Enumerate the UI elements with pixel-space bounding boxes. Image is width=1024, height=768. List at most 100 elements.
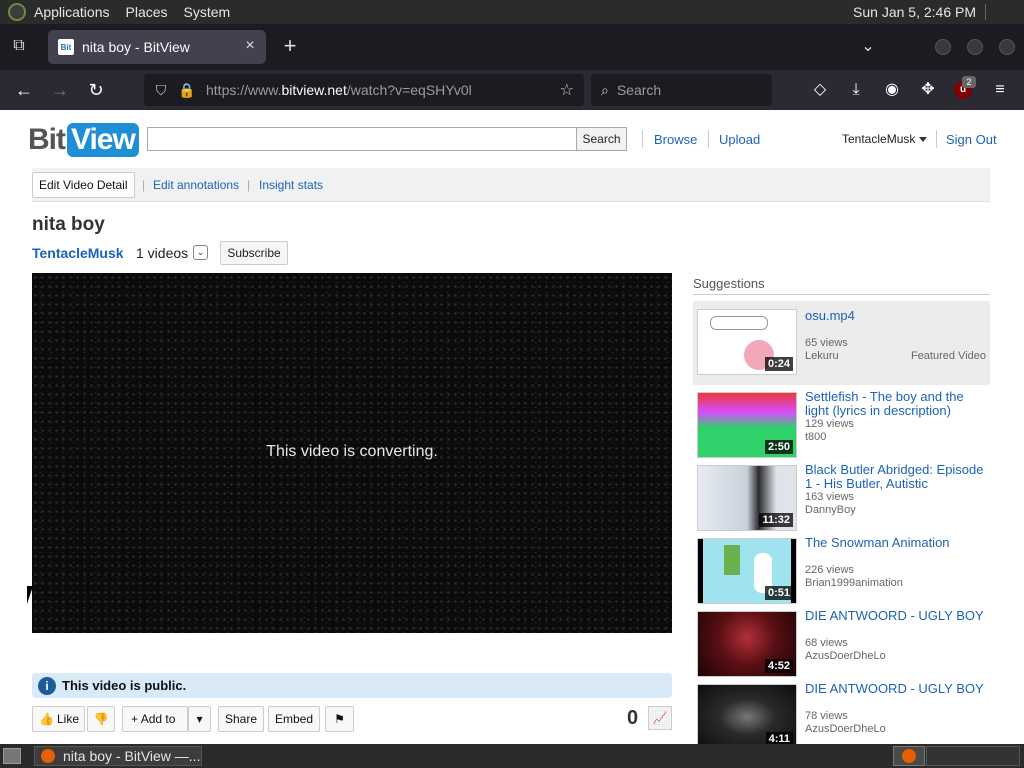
- dislike-button[interactable]: 👎: [87, 706, 115, 732]
- bitview-logo[interactable]: Bit View: [28, 120, 139, 160]
- suggestion-author[interactable]: AzusDoerDheLo: [805, 723, 886, 735]
- downloads-icon[interactable]: ⤓: [846, 80, 866, 100]
- taskbar-window-button[interactable]: nita boy - BitView —...: [34, 746, 202, 766]
- flag-icon: ⚑: [334, 712, 345, 726]
- like-label: Like: [57, 712, 80, 726]
- channel-link[interactable]: TentacleMusk: [32, 245, 124, 261]
- suggestion-title[interactable]: Black Butler Abridged: Episode 1 - His B…: [805, 463, 989, 491]
- applications-menu[interactable]: Applications: [34, 4, 110, 20]
- tab-strip: ⧉ Bit nita boy - BitView × + ⌄: [0, 24, 1024, 70]
- divider: [642, 130, 643, 148]
- close-tab-icon[interactable]: ×: [242, 38, 258, 54]
- user-menu[interactable]: TentacleMusk: [842, 132, 928, 146]
- back-arrow-icon[interactable]: ←: [13, 80, 35, 102]
- flag-button[interactable]: ⚑: [325, 706, 354, 732]
- add-to-button[interactable]: + Add to: [122, 706, 188, 732]
- suggestion-item[interactable]: 2:50 Settlefish - The boy and the light …: [693, 388, 990, 458]
- address-bar[interactable]: ⛉ 🔒 https://www.bitview.net/watch?v=eqSH…: [144, 74, 584, 106]
- sign-out-link[interactable]: Sign Out: [946, 132, 997, 147]
- system-menu[interactable]: System: [184, 4, 231, 20]
- new-tab-icon[interactable]: +: [280, 35, 300, 57]
- system-taskbar: nita boy - BitView —...: [0, 744, 1024, 768]
- video-player[interactable]: This video is converting.: [32, 273, 672, 633]
- video-duration: 0:24: [764, 357, 793, 371]
- url-text[interactable]: https://www.bitview.net/watch?v=eqSHYv0l: [206, 82, 472, 98]
- divider: [936, 130, 937, 148]
- extensions-icon[interactable]: ✥: [918, 80, 938, 100]
- tab-title: nita boy - BitView: [82, 39, 190, 55]
- lock-icon[interactable]: 🔒: [178, 81, 196, 99]
- suggestion-title[interactable]: The Snowman Animation: [805, 536, 989, 550]
- suggestion-title[interactable]: DIE ANTWOORD - UGLY BOY: [805, 682, 989, 696]
- close-window-button[interactable]: [999, 39, 1015, 55]
- minimize-window-button[interactable]: [935, 39, 951, 55]
- suggestion-author[interactable]: Lekuru: [805, 350, 839, 362]
- tracking-shield-icon[interactable]: ⛉: [152, 81, 170, 99]
- workspace-2[interactable]: [926, 746, 1020, 766]
- site-search-input[interactable]: [147, 127, 577, 151]
- subscribe-button[interactable]: Subscribe: [220, 241, 288, 265]
- suggestion-views: 163 views: [805, 491, 854, 503]
- video-thumbnail[interactable]: 4:11: [697, 684, 797, 744]
- stats-chart-icon[interactable]: 📈: [648, 706, 672, 730]
- upload-link[interactable]: Upload: [719, 132, 760, 147]
- navigation-toolbar: ← → ↻ ⛉ 🔒 https://www.bitview.net/watch?…: [0, 70, 1024, 110]
- suggestion-author[interactable]: DannyBoy: [805, 504, 856, 516]
- list-all-tabs-icon[interactable]: ⧉: [8, 37, 30, 57]
- clock[interactable]: Sun Jan 5, 2:46 PM: [853, 4, 976, 20]
- maximize-window-button[interactable]: [967, 39, 983, 55]
- plus-icon: +: [131, 712, 139, 726]
- taskbar-window-label: nita boy - BitView —...: [63, 748, 201, 764]
- forward-arrow-icon[interactable]: →: [49, 80, 71, 102]
- suggestion-author[interactable]: t800: [805, 431, 826, 443]
- reload-icon[interactable]: ↻: [85, 80, 107, 102]
- share-button[interactable]: Share: [218, 706, 265, 732]
- suggestion-author[interactable]: AzusDoerDheLo: [805, 650, 886, 662]
- embed-button[interactable]: Embed: [268, 706, 321, 732]
- site-search-button[interactable]: Search: [576, 127, 627, 151]
- edit-video-detail-button[interactable]: Edit Video Detail: [32, 172, 135, 198]
- suggestion-title[interactable]: osu.mp4: [805, 309, 989, 323]
- public-notice-text: This video is public.: [62, 678, 187, 693]
- video-thumbnail[interactable]: 2:50: [697, 392, 797, 458]
- suggestion-item[interactable]: 11:32 Black Butler Abridged: Episode 1 -…: [693, 461, 990, 531]
- divider: [693, 294, 990, 295]
- browser-search-input[interactable]: ⌕ Search: [591, 74, 772, 106]
- suggestion-title[interactable]: DIE ANTWOORD - UGLY BOY: [805, 609, 989, 623]
- bookmark-star-icon[interactable]: ☆: [560, 80, 574, 100]
- suggestion-item[interactable]: 4:11 DIE ANTWOORD - UGLY BOY 78 views Az…: [693, 680, 990, 744]
- hamburger-menu-icon[interactable]: ≡: [990, 80, 1010, 100]
- suggestion-title[interactable]: Settlefish - The boy and the light (lyri…: [805, 390, 989, 418]
- distro-logo-icon[interactable]: [8, 3, 26, 21]
- suggestion-item[interactable]: 0:51 The Snowman Animation 226 views Bri…: [693, 534, 990, 604]
- tab-bitview[interactable]: Bit nita boy - BitView ×: [48, 30, 266, 64]
- places-menu[interactable]: Places: [126, 4, 168, 20]
- like-button[interactable]: 👍 Like: [32, 706, 85, 732]
- pocket-icon[interactable]: ◇: [810, 80, 830, 100]
- web-page: Bit View Search Browse Upload TentacleMu…: [0, 110, 1024, 744]
- suggestion-views: 78 views: [805, 710, 848, 722]
- thumbs-down-icon: 👎: [93, 712, 109, 726]
- suggestion-views: 68 views: [805, 637, 848, 649]
- video-thumbnail[interactable]: 0:24: [697, 309, 797, 375]
- video-thumbnail[interactable]: 11:32: [697, 465, 797, 531]
- suggestion-item[interactable]: 4:52 DIE ANTWOORD - UGLY BOY 68 views Az…: [693, 607, 990, 677]
- video-count: 1 videos: [136, 245, 189, 261]
- video-thumbnail[interactable]: 4:52: [697, 611, 797, 677]
- mouse-pointer-icon: [27, 586, 33, 604]
- suggestion-item[interactable]: 0:24 osu.mp4 65 views Lekuru Featured Vi…: [693, 301, 990, 385]
- account-icon[interactable]: ◉: [882, 80, 902, 100]
- video-thumbnail[interactable]: 0:51: [697, 538, 797, 604]
- chevron-down-icon[interactable]: ⌄: [193, 245, 208, 260]
- edit-annotations-link[interactable]: Edit annotations: [153, 178, 239, 192]
- chevron-down-icon[interactable]: ⌄: [858, 36, 878, 56]
- add-to-dropdown[interactable]: ▾: [188, 706, 211, 732]
- system-top-panel: Applications Places System Sun Jan 5, 2:…: [0, 0, 1024, 24]
- insight-stats-link[interactable]: Insight stats: [259, 178, 323, 192]
- caret-down-icon: ▾: [196, 712, 203, 726]
- suggestion-author[interactable]: Brian1999animation: [805, 577, 903, 589]
- show-desktop-icon[interactable]: [3, 748, 21, 764]
- browse-link[interactable]: Browse: [654, 132, 697, 147]
- firefox-icon: [41, 749, 55, 763]
- workspace-1[interactable]: [893, 746, 925, 766]
